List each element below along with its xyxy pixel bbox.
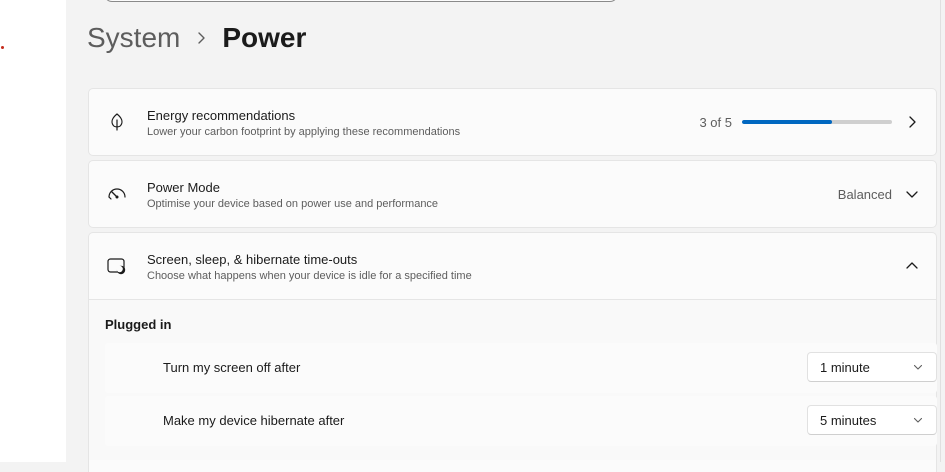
screen-sleep-content: Plugged in Turn my screen off after 1 mi…	[89, 299, 937, 460]
search-box[interactable]	[104, 0, 618, 2]
hibernate-value: 5 minutes	[820, 413, 877, 428]
scrollbar[interactable]	[940, 0, 945, 462]
hibernate-label: Make my device hibernate after	[163, 413, 345, 428]
power-mode-subtitle: Optimise your device based on power use …	[147, 198, 439, 210]
chevron-down-icon[interactable]	[904, 186, 920, 202]
screen-off-row: Turn my screen off after 1 minute	[105, 343, 937, 393]
energy-subtitle: Lower your carbon footprint by applying …	[147, 126, 461, 138]
power-mode-title: Power Mode	[147, 180, 220, 195]
power-mode-card[interactable]: Power Mode Optimise your device based on…	[88, 160, 937, 228]
energy-progress-fill	[742, 120, 832, 124]
chevron-down-icon	[912, 414, 924, 426]
screen-sleep-header[interactable]: Screen, sleep, & hibernate time-outs Cho…	[89, 233, 936, 299]
page-title: Power	[222, 22, 307, 53]
breadcrumb: System Power	[87, 18, 306, 58]
energy-title: Energy recommendations	[147, 108, 296, 123]
chevron-up-icon[interactable]	[904, 258, 920, 274]
hibernate-dropdown[interactable]: 5 minutes	[807, 405, 937, 435]
nav-indicator-dot	[1, 46, 4, 49]
screen-sleep-icon	[106, 255, 128, 277]
chevron-down-icon	[912, 361, 924, 373]
screen-sleep-subtitle: Choose what happens when your device is …	[147, 270, 472, 282]
chevron-right-icon[interactable]	[904, 114, 920, 130]
hibernate-row: Make my device hibernate after 5 minutes	[105, 396, 937, 446]
power-mode-value[interactable]: Balanced	[838, 187, 892, 202]
navigation-pane	[0, 0, 66, 462]
energy-recommendations-card[interactable]: Energy recommendations Lower your carbon…	[88, 88, 937, 156]
screen-off-value: 1 minute	[820, 360, 870, 375]
leaf-icon	[106, 111, 128, 133]
plugged-in-heading: Plugged in	[105, 317, 172, 332]
gauge-icon	[106, 183, 128, 205]
screen-off-dropdown[interactable]: 1 minute	[807, 352, 937, 382]
screen-sleep-title: Screen, sleep, & hibernate time-outs	[147, 252, 358, 267]
screen-sleep-card: Screen, sleep, & hibernate time-outs Cho…	[88, 232, 937, 472]
screen-off-label: Turn my screen off after	[163, 360, 301, 375]
breadcrumb-system-link[interactable]: System	[87, 22, 180, 54]
energy-progress-bar	[742, 120, 892, 124]
energy-progress-label: 3 of 5	[699, 115, 732, 130]
breadcrumb-chevron-icon	[180, 31, 222, 45]
